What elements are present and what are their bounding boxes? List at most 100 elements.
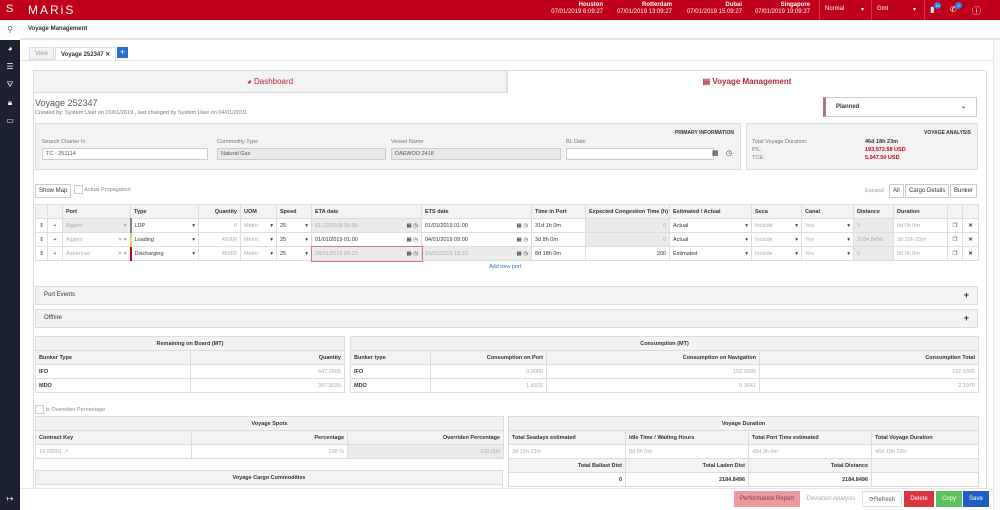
type-select[interactable]: Discharging ▾: [129, 246, 199, 261]
refresh-button[interactable]: ⟳Refresh: [862, 491, 902, 507]
close-icon[interactable]: ✕: [105, 52, 110, 58]
charter-input[interactable]: TC - 251114: [42, 148, 208, 160]
mode-select[interactable]: Normal ▾: [819, 0, 869, 20]
calendar-clock-icon[interactable]: ▦ ◷: [406, 237, 418, 243]
monitor-icon[interactable]: ▭: [0, 112, 20, 130]
canal-select[interactable]: Yes ▾: [801, 232, 854, 247]
tab-view[interactable]: View: [29, 47, 54, 60]
bl-date-input[interactable]: [566, 148, 714, 160]
port-select[interactable]: Algiers ▾: [62, 218, 131, 233]
add-new-port-link[interactable]: Add new port: [489, 264, 521, 270]
plus-icon[interactable]: +: [964, 290, 969, 300]
plus-icon[interactable]: +: [964, 313, 969, 323]
calendar-clock-icon[interactable]: ▦ ◷: [516, 223, 528, 229]
port-events-section[interactable]: Port Events +: [35, 286, 978, 305]
sliders-icon[interactable]: ☰: [0, 58, 20, 76]
speed-select[interactable]: 25 ▾: [276, 218, 312, 233]
pin-icon[interactable]: ⚲: [0, 20, 20, 40]
seca-select[interactable]: Include ▾: [751, 218, 802, 233]
copy-icon[interactable]: ❐: [947, 246, 963, 261]
copy-icon[interactable]: ❐: [947, 218, 963, 233]
eta-date-input[interactable]: 01/12/2018 00:00 ▦ ◷: [311, 218, 422, 233]
add-row-icon[interactable]: +: [47, 232, 63, 247]
port-select[interactable]: Algiers ✕ ▾: [62, 232, 131, 247]
performance-report-button[interactable]: Performance Report: [734, 491, 800, 507]
congestion-input[interactable]: 0: [585, 232, 670, 247]
drag-handle-icon[interactable]: ⇕: [35, 232, 48, 247]
add-row-icon[interactable]: +: [47, 246, 63, 261]
quantity-input[interactable]: 45000: [198, 246, 241, 261]
delete-icon[interactable]: ✕: [962, 232, 979, 247]
add-tab-button[interactable]: +: [117, 47, 128, 58]
type-select[interactable]: LDP ▾: [129, 218, 199, 233]
ship-icon[interactable]: ⛛: [0, 76, 20, 94]
speed-select[interactable]: 25 ▾: [276, 246, 312, 261]
estimated-actual-select[interactable]: Estimated ▾: [669, 246, 752, 261]
deviation-analysis-button[interactable]: Deviation Analysis: [802, 491, 860, 507]
info-icon[interactable]: ⓘ: [972, 4, 981, 17]
copy-button[interactable]: Copy: [936, 491, 962, 507]
tab-dashboard[interactable]: ◕ Dashboard: [33, 70, 507, 93]
canal-select[interactable]: Yes ▾: [801, 218, 854, 233]
ets-date-input[interactable]: 01/01/2019 01:00 ▦ ◷: [421, 218, 532, 233]
lock-icon[interactable]: 🔒︎: [0, 94, 20, 112]
save-button[interactable]: Save: [963, 491, 989, 507]
speed-select[interactable]: 25 ▾: [276, 232, 312, 247]
phone-icon[interactable]: ✆ 0: [950, 2, 962, 14]
calendar-clock-icon[interactable]: ▦ ◷: [516, 251, 528, 257]
voyage-title: Voyage 252347: [35, 98, 98, 108]
calendar-clock-icon[interactable]: ▦ ◷: [406, 223, 418, 229]
estimated-actual-select[interactable]: Actual ▾: [669, 218, 752, 233]
timezone-select[interactable]: Gmt ▾: [871, 0, 921, 20]
ets-date-input[interactable]: 16/01/2019 18:23 ▦ ◷: [421, 246, 532, 261]
type-select[interactable]: Loading ▾: [129, 232, 199, 247]
delete-icon[interactable]: ✕: [962, 218, 979, 233]
expand-all-button[interactable]: All: [889, 184, 904, 198]
cargo-details-button[interactable]: Cargo Details: [905, 184, 950, 198]
external-link-icon[interactable]: ↗: [63, 449, 68, 455]
tab-voyage[interactable]: Voyage 252347 ✕: [55, 47, 117, 60]
uom-select[interactable]: Metric ▾: [240, 246, 277, 261]
eta-date-input[interactable]: 08/01/2019 00:23 ▦ ◷: [310, 245, 423, 262]
bunker-button[interactable]: Bunker: [950, 184, 978, 198]
add-row-icon[interactable]: +: [47, 218, 63, 233]
calendar-clock-icon[interactable]: ▦ ◷: [406, 251, 418, 257]
quantity-input[interactable]: 0: [198, 218, 241, 233]
pie-chart-icon: ◕: [246, 77, 252, 86]
logout-icon[interactable]: ↦: [0, 490, 20, 508]
overriden-percentage-checkbox[interactable]: Is Overriden Percentage: [35, 405, 105, 414]
vessel-input: DAEWOO 2418: [391, 148, 561, 160]
actual-propagation-checkbox[interactable]: Actual Propagation: [74, 185, 131, 194]
clock-icon[interactable]: ◷: [726, 149, 732, 157]
contract-key-link[interactable]: 19.00001: [39, 449, 62, 455]
canal-select[interactable]: Yes ▾: [801, 246, 854, 261]
seca-select[interactable]: Include ▾: [751, 232, 802, 247]
ets-date-input[interactable]: 04/01/2019 09:00 ▦ ◷: [421, 232, 532, 247]
delete-icon[interactable]: ✕: [962, 246, 979, 261]
drag-handle-icon[interactable]: ⇕: [35, 246, 48, 261]
estimated-actual-select[interactable]: Actual ▾: [669, 232, 752, 247]
congestion-input[interactable]: 0: [585, 218, 670, 233]
calendar-icon[interactable]: ▦: [712, 149, 719, 157]
notifications-icon[interactable]: ▮ 15: [930, 2, 941, 14]
copy-icon[interactable]: ❐: [947, 232, 963, 247]
globe-icon[interactable]: ◕: [0, 40, 20, 58]
congestion-input[interactable]: 200: [585, 246, 670, 261]
scrollbar[interactable]: [993, 40, 1000, 510]
port-select[interactable]: Aabenraa ✕ ▾: [62, 246, 131, 261]
drag-handle-icon[interactable]: ⇕: [35, 218, 48, 233]
section-heading: PRIMARY INFORMATION: [674, 130, 734, 136]
uom-select[interactable]: Metric ▾: [240, 218, 277, 233]
offhire-section[interactable]: Offhire +: [35, 309, 978, 328]
calendar-clock-icon[interactable]: ▦ ◷: [516, 237, 528, 243]
delete-button[interactable]: Delete: [904, 491, 934, 507]
show-map-button[interactable]: Show Map: [35, 184, 72, 198]
tab-voyage-management[interactable]: ▤ Voyage Management: [507, 70, 987, 93]
duration-value: 0d 0h 0m: [893, 246, 948, 261]
eta-date-input[interactable]: 01/01/2019 01:00 ▦ ◷: [311, 232, 422, 247]
seca-select[interactable]: Include ▾: [751, 246, 802, 261]
quantity-input[interactable]: 45000: [198, 232, 241, 247]
uom-select[interactable]: Metric ▾: [240, 232, 277, 247]
status-select[interactable]: Planned ⌄: [823, 97, 977, 117]
overriden-percentage-input[interactable]: 100.000: [346, 444, 505, 459]
